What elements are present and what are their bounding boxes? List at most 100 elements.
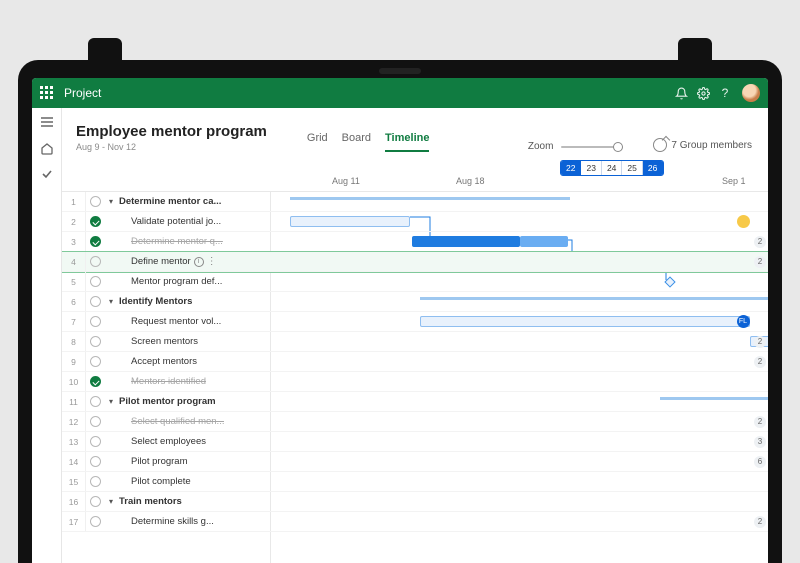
axis-label: Sep 1 — [722, 176, 746, 186]
complete-toggle[interactable] — [86, 316, 104, 327]
task-row[interactable]: 2 Validate potential jo... — [62, 212, 768, 232]
members-label: 7 Group members — [671, 140, 752, 151]
app-launcher-icon[interactable] — [40, 86, 54, 100]
complete-toggle[interactable] — [86, 336, 104, 347]
task-row[interactable]: 6▾Identify Mentors — [62, 292, 768, 312]
task-row[interactable]: 10 Mentors identified — [62, 372, 768, 392]
complete-toggle[interactable] — [86, 496, 104, 507]
task-name: Mentors identified — [131, 376, 206, 387]
task-name: Pilot complete — [131, 476, 191, 487]
settings-icon[interactable] — [692, 82, 714, 104]
complete-toggle[interactable] — [86, 356, 104, 367]
group-members-button[interactable]: 7 Group members — [653, 138, 752, 152]
count-badge: 2 — [752, 336, 768, 348]
axis-label: Aug 11 — [332, 176, 360, 186]
task-row[interactable]: 14Pilot program6 — [62, 452, 768, 472]
chevron-down-icon[interactable]: ▾ — [106, 497, 116, 506]
assignee[interactable] — [734, 215, 752, 228]
zoom-control[interactable]: Zoom — [528, 141, 624, 152]
menu-icon[interactable] — [39, 114, 55, 130]
row-number: 9 — [62, 352, 86, 371]
task-name: Determine mentor q... — [131, 236, 223, 247]
row-number: 5 — [62, 272, 86, 291]
share-icon — [653, 138, 667, 152]
complete-toggle[interactable] — [86, 456, 104, 467]
count-badge: 2 — [752, 356, 768, 368]
task-row[interactable]: 1 ▾Determine mentor ca... — [62, 192, 768, 212]
task-row[interactable]: 4Define mentori⋮2 — [62, 252, 768, 272]
task-name: Request mentor vol... — [131, 316, 221, 327]
view-timeline[interactable]: Timeline — [385, 132, 429, 152]
check-icon[interactable] — [39, 166, 55, 182]
row-number: 16 — [62, 492, 86, 511]
row-number: 4 — [62, 252, 86, 271]
task-row[interactable]: 13 Select employees 3 — [62, 432, 768, 452]
complete-toggle[interactable] — [86, 216, 104, 227]
task-name: Identify Mentors — [119, 296, 192, 307]
task-row[interactable]: 7Request mentor vol...FL — [62, 312, 768, 332]
count-badge: 2 — [752, 236, 768, 248]
row-number: 12 — [62, 412, 86, 431]
count-badge: 2 — [752, 516, 768, 528]
complete-toggle[interactable] — [86, 256, 104, 267]
task-row[interactable]: 15 Pilot complete — [62, 472, 768, 492]
zoom-slider[interactable] — [561, 146, 623, 148]
task-name: Determine mentor ca... — [119, 196, 221, 207]
task-name: Determine skills g... — [131, 516, 214, 527]
chevron-down-icon[interactable]: ▾ — [106, 297, 116, 306]
more-icon[interactable]: ⋮ — [207, 260, 218, 264]
row-number: 14 — [62, 452, 86, 471]
row-number: 15 — [62, 472, 86, 491]
row-number: 2 — [62, 212, 86, 231]
titlebar: Project ? — [32, 78, 768, 108]
task-row[interactable]: 16 ▾Train mentors — [62, 492, 768, 512]
complete-toggle[interactable] — [86, 196, 104, 207]
complete-toggle[interactable] — [86, 416, 104, 427]
task-row[interactable]: 9Accept mentors2 — [62, 352, 768, 372]
help-icon[interactable]: ? — [714, 82, 736, 104]
task-name: Select employees — [131, 436, 206, 447]
task-name: Train mentors — [119, 496, 182, 507]
task-row[interactable]: 5 Mentor program def... — [62, 272, 768, 292]
project-date-range: Aug 9 - Nov 12 — [76, 142, 267, 152]
task-name: Select qualified men... — [131, 416, 224, 427]
complete-toggle[interactable] — [86, 296, 104, 307]
zoom-label: Zoom — [528, 141, 554, 152]
task-row[interactable]: 17Determine skills g...2 — [62, 512, 768, 532]
task-name: Define mentor — [131, 256, 191, 267]
complete-toggle[interactable] — [86, 276, 104, 287]
project-header: Employee mentor program Aug 9 - Nov 12 G… — [62, 108, 768, 152]
complete-toggle[interactable] — [86, 516, 104, 527]
complete-toggle[interactable] — [86, 236, 104, 247]
view-board[interactable]: Board — [342, 132, 371, 152]
chevron-down-icon[interactable]: ▾ — [106, 197, 116, 206]
task-name: Validate potential jo... — [131, 216, 221, 227]
task-row[interactable]: 3Determine mentor q...2 — [62, 232, 768, 252]
view-grid[interactable]: Grid — [307, 132, 328, 152]
home-icon[interactable] — [39, 140, 55, 156]
row-number: 1 — [62, 192, 86, 211]
complete-toggle[interactable] — [86, 396, 104, 407]
task-row[interactable]: 12 Select qualified men... 2 — [62, 412, 768, 432]
count-badge: 3 — [752, 436, 768, 448]
date-range-picker[interactable]: Aug3dAug2223242526 — [560, 160, 664, 176]
timeline-axis: Aug 11Aug 18Sep 1Aug3dAug2223242526 — [270, 158, 768, 191]
app-title: Project — [64, 86, 101, 100]
complete-toggle[interactable] — [86, 376, 104, 387]
info-icon[interactable]: i — [194, 257, 204, 267]
task-name: Mentor program def... — [131, 276, 222, 287]
count-badge: 2 — [752, 416, 768, 428]
task-row[interactable]: 11▾Pilot mentor program — [62, 392, 768, 412]
row-number: 10 — [62, 372, 86, 391]
row-number: 13 — [62, 432, 86, 451]
notifications-icon[interactable] — [670, 82, 692, 104]
complete-toggle[interactable] — [86, 476, 104, 487]
user-avatar[interactable] — [742, 84, 760, 102]
project-title: Employee mentor program — [76, 123, 267, 140]
view-switcher: Grid Board Timeline — [307, 132, 430, 152]
row-number: 8 — [62, 332, 86, 351]
chevron-down-icon[interactable]: ▾ — [106, 397, 116, 406]
complete-toggle[interactable] — [86, 436, 104, 447]
assignee[interactable]: FL — [734, 315, 752, 328]
task-row[interactable]: 8Screen mentors2 — [62, 332, 768, 352]
